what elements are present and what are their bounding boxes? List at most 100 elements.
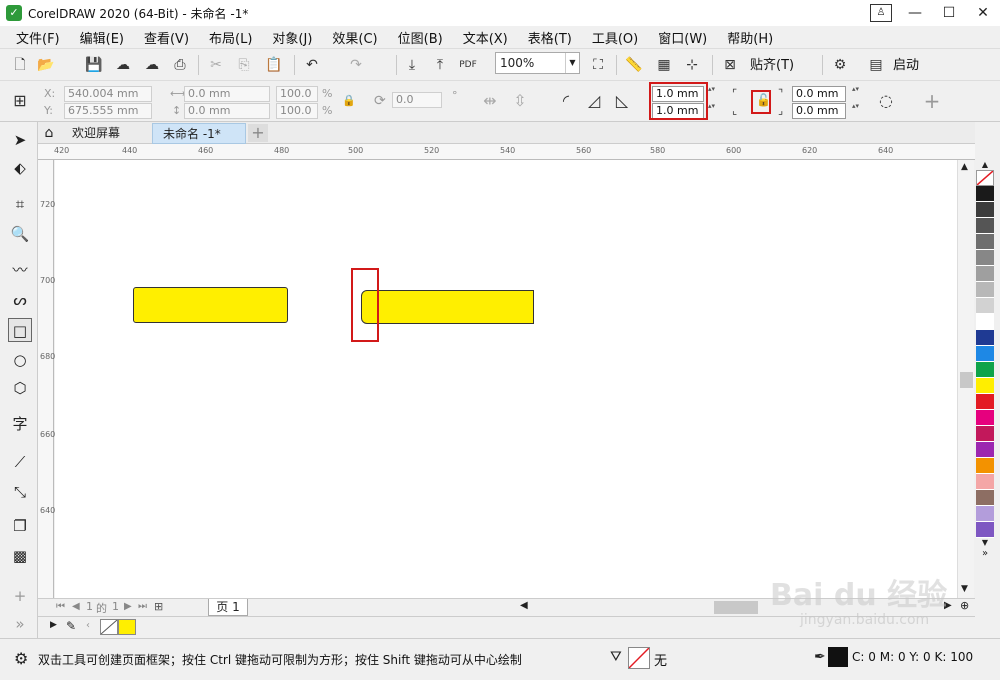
spinner-icon[interactable]: ▴▾ bbox=[708, 85, 715, 93]
drawing-canvas[interactable] bbox=[55, 160, 957, 598]
no-fill-swatch[interactable] bbox=[100, 619, 118, 635]
palette-swatch[interactable] bbox=[976, 410, 994, 426]
artistic-media-icon[interactable]: ᔕ bbox=[8, 288, 32, 312]
ellipse-tool-icon[interactable]: ○ bbox=[8, 348, 32, 372]
mirror-horizontal-icon[interactable]: ⇹ bbox=[480, 91, 500, 111]
rectangle-shape-2[interactable] bbox=[361, 290, 534, 324]
corner-radius-top-right-field[interactable]: 0.0 mm bbox=[792, 86, 846, 102]
chevron-down-icon[interactable]: ▼ bbox=[565, 53, 579, 73]
freehand-tool-icon[interactable]: 〰 bbox=[8, 258, 32, 282]
palette-swatch[interactable] bbox=[976, 346, 994, 362]
palette-swatch[interactable] bbox=[976, 330, 994, 346]
add-tool-icon[interactable]: + bbox=[8, 584, 32, 608]
parallel-dimension-icon[interactable]: ⟋ bbox=[8, 450, 32, 474]
palette-swatch[interactable] bbox=[976, 522, 994, 538]
home-icon[interactable]: ⌂ bbox=[38, 123, 60, 143]
pick-tool-icon[interactable]: ➤ bbox=[8, 128, 32, 152]
page-prev-icon[interactable]: ◀ bbox=[72, 601, 80, 612]
tab-document[interactable]: 未命名 -1* bbox=[152, 123, 246, 144]
palette-swatch[interactable] bbox=[976, 490, 994, 506]
snap-off-icon[interactable]: ⊠ bbox=[720, 55, 740, 75]
account-icon[interactable]: ♙ bbox=[870, 4, 892, 22]
connector-tool-icon[interactable]: ⤡ bbox=[8, 480, 32, 504]
launch-button[interactable]: 启动 bbox=[893, 54, 919, 73]
horizontal-scroll-thumb[interactable] bbox=[714, 601, 758, 614]
palette-swatch[interactable] bbox=[976, 218, 994, 234]
minimize-button[interactable]: — bbox=[898, 5, 932, 21]
spinner-icon-3[interactable]: ▴▾ bbox=[852, 85, 859, 93]
eyedropper-icon[interactable]: ✎ bbox=[66, 619, 76, 633]
scroll-down-icon[interactable]: ▼ bbox=[961, 584, 968, 594]
transparency-icon[interactable]: ▩ bbox=[8, 544, 32, 568]
export-icon[interactable]: ⤒ bbox=[430, 55, 450, 75]
outline-pen-icon[interactable]: ✒ bbox=[814, 649, 826, 665]
scale-height-field[interactable]: 100.0 bbox=[276, 103, 318, 119]
palette-swatch[interactable] bbox=[976, 458, 994, 474]
zoom-select[interactable]: 100% ▼ bbox=[495, 52, 580, 74]
rotation-field[interactable]: 0.0 bbox=[392, 92, 442, 108]
save-icon[interactable]: 💾 bbox=[84, 55, 104, 75]
chevron-left-icon[interactable]: ‹ bbox=[86, 620, 90, 631]
x-position-field[interactable]: 540.004 mm bbox=[64, 86, 152, 102]
palette-swatch[interactable] bbox=[976, 442, 994, 458]
status-gear-icon[interactable]: ⚙ bbox=[14, 649, 28, 668]
cut-icon[interactable]: ✂ bbox=[206, 55, 226, 75]
outline-color-indicator[interactable] bbox=[828, 647, 848, 667]
redo-icon[interactable]: ↷ bbox=[346, 55, 366, 75]
width-field[interactable]: 0.0 mm bbox=[184, 86, 270, 102]
crop-tool-icon[interactable]: ⌗ bbox=[8, 192, 32, 216]
tab-welcome[interactable]: 欢迎屏幕 bbox=[62, 123, 130, 144]
palette-swatch[interactable] bbox=[976, 250, 994, 266]
add-icon[interactable]: + bbox=[922, 91, 942, 111]
fill-bucket-icon[interactable]: ⛛ bbox=[610, 649, 622, 665]
spinner-icon-2[interactable]: ▴▾ bbox=[708, 102, 715, 110]
palette-swatch[interactable] bbox=[976, 362, 994, 378]
cloud-download-icon[interactable]: ☁ bbox=[142, 55, 162, 75]
page-last-icon[interactable]: ⏭ bbox=[138, 601, 147, 612]
horizontal-ruler[interactable]: 420 440 460 480 500 520 540 560 580 600 … bbox=[38, 144, 975, 160]
menu-effects[interactable]: 效果(C) bbox=[322, 28, 387, 47]
page-tab-1[interactable]: 页 1 bbox=[208, 599, 248, 616]
menu-help[interactable]: 帮助(H) bbox=[717, 28, 783, 47]
chamfered-corner-icon[interactable]: ◺ bbox=[612, 91, 632, 111]
add-tab-icon[interactable]: + bbox=[248, 124, 268, 142]
mirror-vertical-icon[interactable]: ⇳ bbox=[510, 91, 530, 111]
zoom-fit-icon[interactable]: ⊕ bbox=[960, 599, 969, 612]
menu-view[interactable]: 查看(V) bbox=[134, 28, 199, 47]
reference-point-icon[interactable]: ⊞ bbox=[10, 91, 30, 111]
page-next-icon[interactable]: ▶ bbox=[124, 601, 132, 612]
relative-corner-scaling-icon[interactable]: ◌ bbox=[876, 91, 896, 111]
menu-edit[interactable]: 编辑(E) bbox=[70, 28, 134, 47]
menu-file[interactable]: 文件(F) bbox=[6, 28, 70, 47]
no-color-swatch[interactable] bbox=[976, 170, 994, 186]
show-rulers-icon[interactable]: 📏 bbox=[624, 55, 644, 75]
palette-swatch[interactable] bbox=[976, 426, 994, 442]
text-tool-icon[interactable]: 字 bbox=[8, 412, 32, 436]
menu-tools[interactable]: 工具(O) bbox=[582, 28, 648, 47]
import-icon[interactable]: ⤓ bbox=[402, 55, 422, 75]
vertical-scrollbar[interactable]: ▲ ▼ bbox=[957, 160, 974, 598]
palette-swatch[interactable] bbox=[976, 474, 994, 490]
scroll-up-icon[interactable]: ▲ bbox=[961, 162, 968, 172]
page-first-icon[interactable]: ⏮ bbox=[56, 601, 65, 612]
fill-none-indicator[interactable] bbox=[628, 647, 650, 669]
new-document-icon[interactable]: 🗋 bbox=[10, 55, 30, 75]
palette-up-icon[interactable]: ▲ bbox=[975, 160, 995, 170]
menu-layout[interactable]: 布局(L) bbox=[199, 28, 262, 47]
palette-expand-icon[interactable]: » bbox=[975, 548, 995, 560]
print-icon[interactable]: ⎙ bbox=[170, 55, 190, 75]
vertical-scroll-thumb[interactable] bbox=[960, 372, 973, 388]
palette-swatch[interactable] bbox=[976, 314, 994, 330]
spinner-icon-4[interactable]: ▴▾ bbox=[852, 102, 859, 110]
yellow-swatch[interactable] bbox=[118, 619, 136, 635]
show-guidelines-icon[interactable]: ⊹ bbox=[682, 55, 702, 75]
drop-shadow-icon[interactable]: ❐ bbox=[8, 514, 32, 538]
close-button[interactable]: ✕ bbox=[966, 5, 1000, 21]
round-corner-icon[interactable]: ◜ bbox=[556, 91, 576, 111]
expand-icon[interactable]: » bbox=[8, 612, 32, 636]
rectangle-tool-icon[interactable]: □ bbox=[8, 318, 32, 342]
palette-swatch[interactable] bbox=[976, 202, 994, 218]
palette-swatch[interactable] bbox=[976, 298, 994, 314]
snap-to-button[interactable]: 贴齐(T) bbox=[750, 54, 794, 73]
shape-tool-icon[interactable]: ⬖ bbox=[8, 156, 32, 180]
